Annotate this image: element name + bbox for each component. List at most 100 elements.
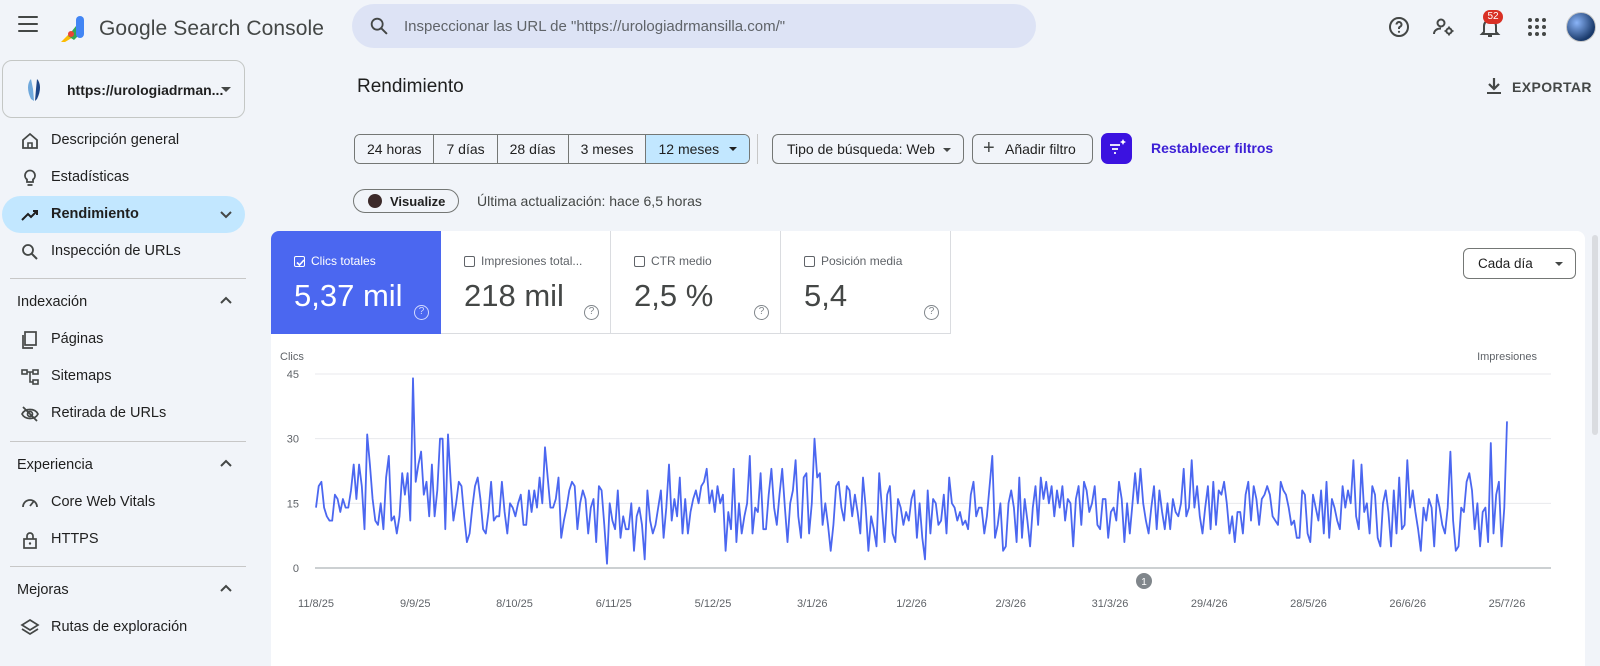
metric-ctr-medio[interactable]: CTR medio 2,5 % ? <box>611 231 781 334</box>
metric-value: 218 mil <box>464 278 564 313</box>
x-tick-label: 31/3/26 <box>1092 598 1129 610</box>
nav-inspeccion-urls[interactable]: Inspección de URLs <box>2 233 245 270</box>
x-tick-label: 26/6/26 <box>1389 598 1426 610</box>
reset-filters-link[interactable]: Restablecer filtros <box>1151 140 1273 156</box>
manage-users-icon[interactable] <box>1432 15 1456 39</box>
checkbox-icon[interactable] <box>634 256 645 267</box>
sidebar-divider <box>10 441 246 442</box>
top-bar: Google Search Console 52 <box>0 0 1600 56</box>
section-mejoras[interactable]: Mejoras <box>2 574 245 604</box>
add-filter-button[interactable]: + Añadir filtro <box>972 134 1093 164</box>
search-icon <box>22 244 38 260</box>
range-24-horas[interactable]: 24 horas <box>355 135 435 163</box>
download-icon <box>1487 78 1501 94</box>
y-tick-label: 45 <box>287 369 299 381</box>
checkbox-icon[interactable] <box>464 256 475 267</box>
x-tick-label: 2/3/26 <box>995 598 1026 610</box>
sidebar-divider <box>10 566 246 567</box>
x-tick-label: 25/7/26 <box>1489 598 1526 610</box>
metric-posicion-media[interactable]: Posición media 5,4 ? <box>781 231 951 334</box>
page-title: Rendimiento <box>357 76 464 97</box>
x-tick-label: 11/8/25 <box>298 598 334 610</box>
checkbox-icon[interactable] <box>804 256 815 267</box>
nav-rutas-exploracion[interactable]: Rutas de exploración <box>2 609 245 646</box>
visualize-logo-icon <box>368 194 382 208</box>
x-tick-label: 3/1/26 <box>797 598 828 610</box>
checkbox-checked-icon[interactable] <box>294 256 305 267</box>
sidebar-divider <box>10 278 246 279</box>
y-axis-left-label: Clics <box>280 351 304 363</box>
help-icon[interactable]: ? <box>754 305 769 320</box>
visualize-button[interactable]: Visualize <box>353 189 459 213</box>
y-tick-label: 0 <box>293 563 299 575</box>
ai-filter-button[interactable] <box>1101 133 1132 164</box>
search-console-logo <box>61 16 84 42</box>
visibility-off-icon <box>21 406 39 422</box>
notifications-badge: 52 <box>1483 10 1503 24</box>
nav-estadisticas[interactable]: Estadísticas <box>2 159 245 196</box>
date-range-selector: 24 horas 7 días 28 días 3 meses 12 meses <box>354 134 751 164</box>
clicks-series-line <box>315 377 1508 565</box>
x-tick-label: 8/10/25 <box>496 598 533 610</box>
trending-up-icon <box>21 210 38 221</box>
main-menu-icon[interactable] <box>18 16 38 32</box>
sidebar: https://urologiadrman... Descripción gen… <box>0 58 256 666</box>
property-favicon-icon <box>28 79 40 101</box>
y-tick-label: 15 <box>287 498 299 510</box>
metric-value: 5,37 mil <box>294 278 403 313</box>
nav-paginas[interactable]: Páginas <box>2 321 245 358</box>
nav-descripcion-general[interactable]: Descripción general <box>2 122 245 159</box>
nav-sitemaps[interactable]: Sitemaps <box>2 358 245 395</box>
help-icon[interactable]: ? <box>924 305 939 320</box>
x-tick-label: 9/9/25 <box>400 598 431 610</box>
chevron-down-icon[interactable] <box>219 207 233 221</box>
y-axis-right-label: Impresiones <box>1477 351 1537 363</box>
url-inspection-input[interactable] <box>404 4 1024 48</box>
range-3-meses[interactable]: 3 meses <box>568 135 647 163</box>
x-tick-label: 29/4/26 <box>1191 598 1228 610</box>
chevron-down-icon <box>729 147 738 151</box>
plus-icon: + <box>983 137 995 159</box>
metric-impresiones-totales[interactable]: Impresiones total... 218 mil ? <box>441 231 611 334</box>
range-28-dias[interactable]: 28 días <box>497 135 569 163</box>
range-12-meses[interactable]: 12 meses <box>646 135 750 163</box>
granularity-dropdown[interactable]: Cada día <box>1463 248 1576 279</box>
last-update-text: Última actualización: hace 6,5 horas <box>477 193 702 209</box>
scrollbar-thumb[interactable] <box>1592 235 1598 435</box>
speed-icon <box>22 499 38 508</box>
x-tick-label: 6/11/25 <box>596 598 632 610</box>
nav-https[interactable]: HTTPS <box>2 521 245 558</box>
help-icon[interactable]: ? <box>584 305 599 320</box>
property-selector[interactable]: https://urologiadrman... <box>2 60 245 118</box>
product-name: Google Search Console <box>99 17 325 40</box>
range-7-dias[interactable]: 7 días <box>434 135 498 163</box>
page-scrollbar[interactable] <box>1590 231 1600 666</box>
x-tick-label: 28/5/26 <box>1290 598 1327 610</box>
x-tick-label: 5/12/25 <box>695 598 732 610</box>
performance-card: Clics totales 5,37 mil ? Impresiones tot… <box>271 231 1585 666</box>
account-avatar[interactable] <box>1566 12 1596 42</box>
nav-rendimiento[interactable]: Rendimiento <box>2 196 245 233</box>
clicks-chart: Clics Impresiones 0 15 30 45 11/8/25 9/9/25 8/10… <box>280 351 1551 610</box>
sparkle-filter-icon <box>1110 139 1126 154</box>
chevron-down-icon <box>221 87 231 92</box>
nav-core-web-vitals[interactable]: Core Web Vitals <box>2 484 245 521</box>
chevron-up-icon <box>220 296 232 304</box>
pages-icon <box>22 331 37 349</box>
metric-value: 2,5 % <box>634 278 714 313</box>
sitemap-icon <box>21 369 39 385</box>
search-icon <box>370 17 388 35</box>
chevron-up-icon <box>220 584 232 592</box>
help-icon[interactable]: ? <box>414 305 429 320</box>
y-tick-label: 30 <box>287 434 299 446</box>
url-inspection-search[interactable] <box>352 4 1036 48</box>
lightbulb-icon <box>24 169 36 186</box>
search-type-filter[interactable]: Tipo de búsqueda: Web <box>772 134 964 164</box>
nav-retirada-urls[interactable]: Retirada de URLs <box>2 395 245 432</box>
section-experiencia[interactable]: Experiencia <box>2 449 245 479</box>
help-icon[interactable] <box>1387 15 1411 39</box>
apps-grid-icon[interactable] <box>1525 15 1549 39</box>
section-indexacion[interactable]: Indexación <box>2 286 245 316</box>
metric-clics-totales[interactable]: Clics totales 5,37 mil ? <box>271 231 441 334</box>
lock-icon <box>23 532 37 549</box>
